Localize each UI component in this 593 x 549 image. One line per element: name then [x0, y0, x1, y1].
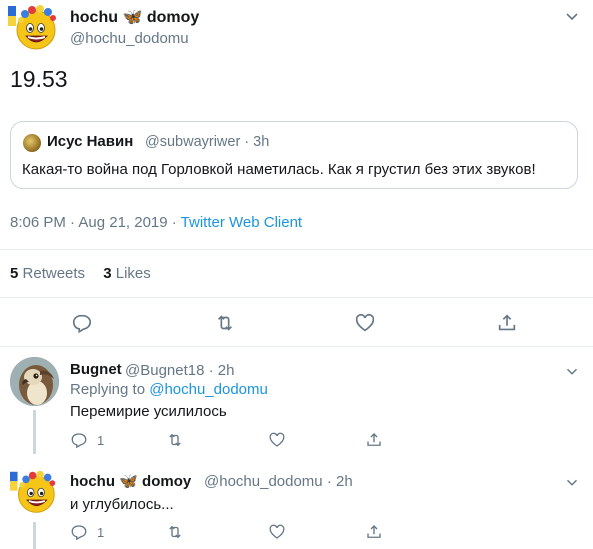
client-link[interactable]: Twitter Web Client [181, 214, 302, 231]
reply-handle-time[interactable]: @hochu_dodomu · 2h [204, 473, 353, 490]
reply-handle-time[interactable]: @Bugnet18 · 2h [125, 362, 234, 379]
share-icon[interactable] [365, 523, 389, 547]
replying-to: Replying to @hochu_dodomu [70, 381, 268, 398]
thread-line [33, 410, 36, 454]
retweet-icon[interactable] [166, 523, 190, 547]
divider [0, 346, 593, 347]
divider [0, 249, 593, 250]
tweet-stats: 5 Retweets 3 Likes [10, 265, 151, 282]
display-name-part: domoy [146, 9, 200, 26]
heart-icon[interactable] [268, 523, 292, 547]
retweet-icon[interactable] [214, 312, 238, 336]
quoted-tweet-card[interactable]: Исус Навин @subwayriwer · 3h Какая-то во… [10, 121, 578, 189]
tweet-meta: 8:06 PM · Aug 21, 2019 · Twitter Web Cli… [10, 214, 302, 231]
chevron-down-icon[interactable] [563, 473, 581, 491]
reply-display-name[interactable]: hochu 🦋 domoy [70, 472, 191, 490]
reply-count: 1 [97, 525, 105, 540]
butterfly-icon: 🦋 [122, 9, 143, 26]
chevron-down-icon[interactable] [563, 362, 581, 380]
replying-handle-link[interactable]: @hochu_dodomu [149, 381, 268, 398]
thread-line [33, 522, 36, 549]
retweets-count: 5 [10, 265, 19, 282]
reply-display-name[interactable]: Bugnet [70, 361, 122, 378]
avatar[interactable] [10, 468, 59, 517]
reply-icon[interactable] [70, 431, 94, 455]
retweets-stat[interactable]: 5 Retweets [10, 265, 85, 282]
retweets-label: Retweets [22, 265, 86, 282]
avatar-main[interactable] [8, 2, 60, 54]
divider [0, 297, 593, 298]
hawk-avatar-icon [10, 357, 59, 406]
display-name-part: hochu [70, 473, 115, 490]
heart-icon[interactable] [268, 431, 292, 455]
likes-stat[interactable]: 3 Likes [103, 265, 151, 282]
likes-label: Likes [115, 265, 151, 282]
butterfly-icon: 🦋 [119, 473, 138, 490]
retweet-icon[interactable] [166, 431, 190, 455]
quoted-avatar [23, 134, 41, 152]
quoted-handle-time: @subwayriwer · 3h [145, 134, 270, 150]
heart-icon[interactable] [354, 312, 378, 336]
reply-icon[interactable] [70, 523, 94, 547]
quoted-text: Какая-то война под Горловкой наметилась.… [22, 161, 536, 178]
main-display-name[interactable]: hochu 🦋 domoy [70, 7, 199, 27]
reply-icon[interactable] [71, 312, 95, 336]
share-icon[interactable] [496, 312, 520, 336]
emoji-avatar-icon [10, 470, 56, 513]
display-name-part: hochu [70, 9, 118, 26]
reply-text: и углубилось... [70, 496, 174, 513]
reply-count: 1 [97, 433, 105, 448]
tweet-text: 19.53 [10, 66, 68, 92]
display-name-part: domoy [142, 473, 192, 490]
likes-count: 3 [103, 265, 112, 282]
chevron-down-icon[interactable] [562, 6, 582, 26]
quoted-display-name: Исус Навин [47, 133, 134, 150]
replying-prefix: Replying to [70, 381, 150, 398]
timestamp[interactable]: 8:06 PM · Aug 21, 2019 · [10, 214, 181, 231]
share-icon[interactable] [365, 431, 389, 455]
reply-text: Перемирие усилилось [70, 403, 227, 420]
emoji-avatar-icon [8, 5, 56, 50]
avatar[interactable] [10, 357, 59, 406]
main-handle[interactable]: @hochu_dodomu [70, 30, 189, 47]
